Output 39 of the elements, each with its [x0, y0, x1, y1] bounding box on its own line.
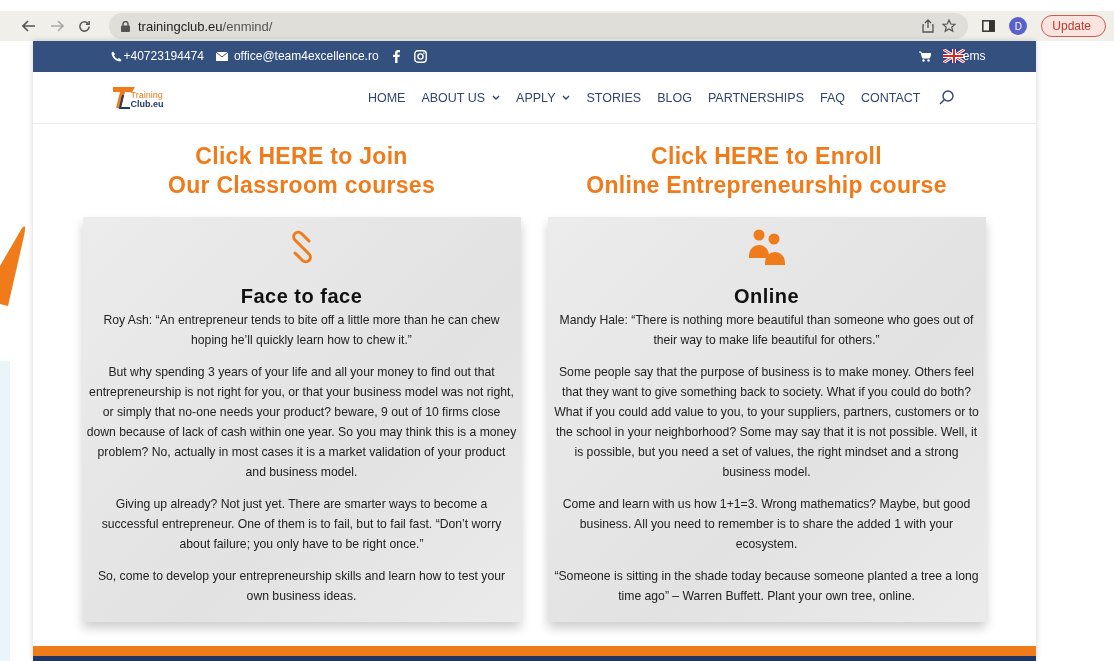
update-button[interactable]: Update: [1041, 15, 1106, 37]
nav-link[interactable]: PARTNERSHIPS: [707, 90, 804, 105]
nav-link[interactable]: STORIES: [586, 90, 642, 105]
nav-link[interactable]: APPLY: [516, 90, 571, 105]
card-title: Face to face: [240, 285, 363, 309]
sidebar-icon[interactable]: [982, 20, 996, 32]
reload-icon[interactable]: [78, 19, 91, 33]
uk-flag-icon[interactable]: [942, 49, 965, 64]
share-icon[interactable]: [922, 19, 935, 33]
phone-number[interactable]: +40723194474: [123, 49, 204, 64]
card-paragraph: Some people say that the purpose of business is to make money. Others feel that they want to give something back to society. What if you could do both? What if you could add value to you, to your suppliers, partners, customers or to the school in your neighborhood? Some may say that it is not possible. Well, it is possible, but you need a set of values, the right mindset and a strong business model.: [553, 364, 980, 482]
nav-link[interactable]: BLOG: [657, 90, 692, 105]
lock-icon: [121, 20, 130, 32]
phone-icon: [110, 51, 122, 62]
back-icon[interactable]: [22, 20, 36, 32]
profile-avatar[interactable]: D: [1009, 17, 1028, 35]
site-logo[interactable]: Training Club.eu: [112, 86, 164, 109]
card-paragraph: Mandy Hale: “There is nothing more beautiful than someone who goes out of their way to make life beautiful for others.”: [558, 312, 975, 350]
search-icon[interactable]: [938, 90, 954, 106]
card-title: Online: [733, 285, 800, 309]
card-paragraph: “Someone is sitting in the shade today because someone planted a tree a long time ago” – Warren Buffett. Plant your own tree, online.: [553, 568, 980, 606]
nav-link[interactable]: ABOUT US: [421, 90, 501, 105]
instagram-icon[interactable]: [413, 50, 427, 63]
people-icon: [747, 229, 786, 266]
card-paragraph: Come and learn with us how 1+1=3. Wrong mathematics? Maybe, but good business. All you need to remember is to share the added 1 with your ecosystem.: [561, 496, 972, 554]
mail-icon: [215, 52, 228, 61]
card-paragraph: So, come to develop your entrepreneurship skills and learn how to test your own business ideas.: [96, 568, 507, 606]
card-paragraph: But why spending 3 years of your life and all your money to find out that entrepreneurship is not right for you, or that your business model was not right, or simply that no-one needs your product? beware, 9 out of 10 firms close down because of lack of cash within one year. So you may think this is a money problem? No, actually in most cases it is a market validation of your product and business model.: [85, 364, 518, 482]
nav-link[interactable]: CONTACT: [861, 90, 921, 105]
email-address[interactable]: office@team4excellence.ro: [233, 49, 379, 64]
cart-items-text[interactable]: ems: [962, 49, 986, 64]
cart-icon[interactable]: [918, 51, 931, 62]
facebook-icon[interactable]: [392, 50, 400, 63]
card-paragraph: Giving up already? Not just yet. There are smarter ways to become a successful entrepreneur. One of them is to fail, but to fail fast. “Don’t worry about failure; you only have to be right once.”: [100, 496, 503, 554]
address-bar[interactable]: trainingclub.eu/enmind/: [109, 13, 969, 39]
nav-link[interactable]: HOME: [367, 90, 406, 105]
card-paragraph: Roy Ash: “An entrepreneur tends to bite off a little more than he can chew hoping he’ll quickly learn how to chew it.”: [102, 312, 501, 350]
star-icon[interactable]: [942, 19, 957, 33]
nav-link[interactable]: FAQ: [820, 90, 845, 105]
